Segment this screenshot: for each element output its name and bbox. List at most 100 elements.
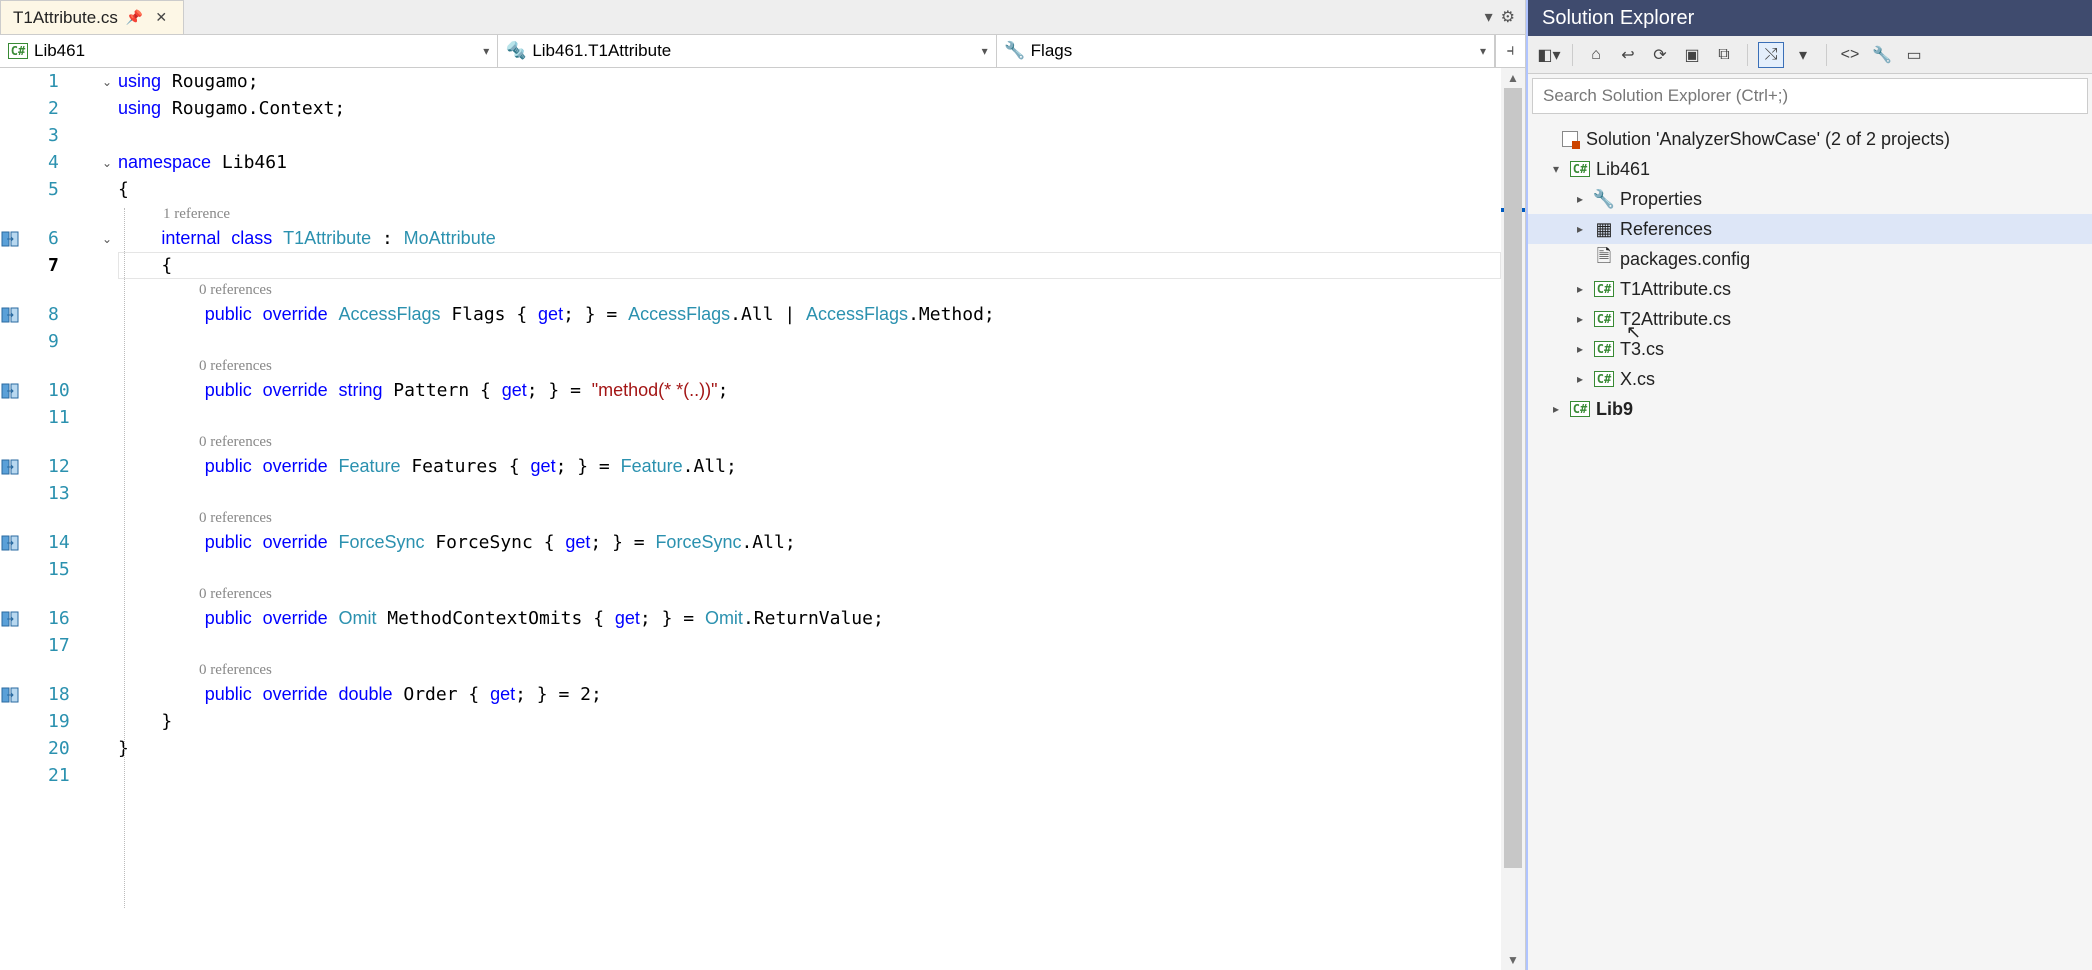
fold-toggle-icon[interactable]: ⌄ (96, 149, 118, 176)
expand-icon[interactable]: ▸ (1572, 192, 1588, 206)
line-number: 18 (48, 684, 70, 705)
property-icon: 🔧 (1007, 43, 1023, 59)
code-line[interactable]: public override double Order { get; } = … (118, 681, 602, 708)
code-line[interactable]: namespace Lib461 (118, 149, 287, 176)
se-views-button[interactable]: ◧▾ (1536, 42, 1562, 68)
code-area[interactable]: using Rougamo;using Rougamo.Context; nam… (118, 68, 1501, 970)
fold-toggle-icon[interactable]: ⌄ (96, 68, 118, 95)
line-number: 12 (48, 456, 70, 477)
line-number: 5 (48, 179, 59, 200)
expand-icon[interactable]: ▸ (1572, 372, 1588, 386)
solution-explorer-search[interactable]: Search Solution Explorer (Ctrl+;) (1532, 78, 2088, 114)
code-line[interactable]: public override AccessFlags Flags { get;… (118, 301, 995, 328)
solution-tree[interactable]: Solution 'AnalyzerShowCase' (2 of 2 proj… (1528, 118, 2092, 970)
vertical-scrollbar[interactable]: ▲ ▼ (1501, 68, 1525, 970)
fold-margin[interactable]: ⌄ ⌄ ⌄ (96, 68, 118, 970)
tree-node[interactable]: ▸▦References↖ (1528, 214, 2092, 244)
se-refresh-button[interactable]: ⟳ (1647, 42, 1673, 68)
expand-icon[interactable]: ▸ (1572, 312, 1588, 326)
se-preview-button[interactable]: ▭ (1901, 42, 1927, 68)
expand-icon[interactable]: ▸ (1572, 282, 1588, 296)
scroll-down-icon[interactable]: ▼ (1501, 950, 1525, 970)
tree-node[interactable]: ▸C#X.cs (1528, 364, 2092, 394)
expand-icon[interactable]: ▸ (1572, 222, 1588, 236)
cs-icon: C# (1570, 399, 1590, 419)
code-line[interactable]: public override Feature Features { get; … (118, 453, 737, 480)
split-editor-button[interactable]: ⫞ (1495, 35, 1525, 67)
expand-icon[interactable]: ▸ (1548, 402, 1564, 416)
se-sync-button[interactable]: ⤭ (1758, 42, 1784, 68)
tree-node[interactable]: ▸C#T1Attribute.cs (1528, 274, 2092, 304)
document-tab-active[interactable]: T1Attribute.cs 📌 ✕ (0, 0, 184, 34)
codelens-references[interactable]: 0 references (118, 659, 1501, 681)
solution-node[interactable]: Solution 'AnalyzerShowCase' (2 of 2 proj… (1528, 124, 2092, 154)
tree-label: Properties (1620, 189, 1702, 210)
code-line[interactable]: internal class T1Attribute : MoAttribute (118, 225, 496, 252)
tree-label: Lib461 (1596, 159, 1650, 180)
tree-node[interactable]: ▸C#Lib9 (1528, 394, 2092, 424)
code-line[interactable]: { (118, 176, 129, 203)
nav-member-label: Flags (1031, 41, 1073, 61)
code-editor-pane: T1Attribute.cs 📌 ✕ ▾ ⚙ C# Lib461 ▾ 🔩 Lib… (0, 0, 1526, 970)
nav-scope-select[interactable]: C# Lib461 ▾ (0, 35, 498, 67)
line-number: 3 (48, 125, 59, 146)
se-code-button[interactable]: <> (1837, 42, 1863, 68)
pin-icon[interactable]: 📌 (126, 9, 143, 26)
line-number: 21 (48, 765, 70, 786)
codelens-references[interactable]: 1 reference (118, 203, 1501, 225)
scroll-thumb[interactable] (1504, 88, 1522, 868)
codelens-references[interactable]: 0 references (118, 431, 1501, 453)
code-line[interactable]: public override ForceSync ForceSync { ge… (118, 529, 796, 556)
tab-tools: ▾ ⚙ (1475, 0, 1525, 34)
nav-member-select[interactable]: 🔧 Flags ▾ (997, 35, 1495, 67)
fold-toggle-icon[interactable]: ⌄ (96, 225, 118, 252)
line-number: 20 (48, 738, 70, 759)
tree-node[interactable]: ▸ 🔧 Properties (1528, 184, 2092, 214)
codelens-references[interactable]: 0 references (118, 583, 1501, 605)
tree-node[interactable]: ▸C#T2Attribute.cs (1528, 304, 2092, 334)
codelens-references[interactable]: 0 references (118, 279, 1501, 301)
tree-node[interactable]: ▸C#T3.cs (1528, 334, 2092, 364)
se-home-button[interactable]: ⌂ (1583, 42, 1609, 68)
editor-body[interactable]: 123456789101112131415161718192021 ⌄⌄⌄ us… (0, 68, 1525, 970)
code-line[interactable]: using Rougamo.Context; (118, 95, 345, 122)
se-properties-button[interactable]: 🔧 (1869, 42, 1895, 68)
implement-glyph-icon[interactable] (0, 529, 48, 556)
implement-glyph-icon[interactable] (0, 225, 48, 252)
code-line[interactable]: using Rougamo; (118, 68, 259, 95)
code-line[interactable]: public override Omit MethodContextOmits … (118, 605, 884, 632)
tab-settings-icon[interactable]: ⚙ (1501, 7, 1515, 27)
nav-type-label: Lib461.T1Attribute (532, 41, 671, 61)
scroll-up-icon[interactable]: ▲ (1501, 68, 1525, 88)
expand-icon[interactable]: ▸ (1572, 342, 1588, 356)
implement-glyph-icon[interactable] (0, 681, 48, 708)
tree-node[interactable]: ▾C#Lib461 (1528, 154, 2092, 184)
se-back-button[interactable]: ↩ (1615, 42, 1641, 68)
nav-type-select[interactable]: 🔩 Lib461.T1Attribute ▾ (498, 35, 996, 67)
document-tab-bar: T1Attribute.cs 📌 ✕ ▾ ⚙ (0, 0, 1525, 34)
tab-overflow-icon[interactable]: ▾ (1485, 7, 1493, 27)
implement-glyph-icon[interactable] (0, 301, 48, 328)
line-number: 16 (48, 608, 70, 629)
implement-glyph-icon[interactable] (0, 453, 48, 480)
line-number: 15 (48, 559, 70, 580)
close-tab-icon[interactable]: ✕ (151, 9, 171, 26)
code-line[interactable]: } (118, 708, 172, 735)
se-sync-chevron-icon[interactable]: ▾ (1790, 42, 1816, 68)
expand-icon[interactable]: ▾ (1548, 162, 1564, 176)
toolbar-separator (1826, 44, 1827, 66)
se-collapse-button[interactable]: ▣ (1679, 42, 1705, 68)
solution-icon (1560, 129, 1580, 149)
implement-glyph-icon[interactable] (0, 605, 48, 632)
se-copy-button[interactable]: ⧉ (1711, 42, 1737, 68)
wrench-icon: 🔧 (1594, 189, 1614, 209)
codelens-references[interactable]: 0 references (118, 507, 1501, 529)
codelens-references[interactable]: 0 references (118, 355, 1501, 377)
line-number-margin: 123456789101112131415161718192021 (48, 68, 96, 970)
line-number: 4 (48, 152, 59, 173)
tree-node[interactable]: 🗎packages.config (1528, 244, 2092, 274)
code-line[interactable] (118, 122, 129, 149)
code-line[interactable]: public override string Pattern { get; } … (118, 377, 728, 404)
implement-glyph-icon[interactable] (0, 377, 48, 404)
line-number: 1 (48, 71, 59, 92)
